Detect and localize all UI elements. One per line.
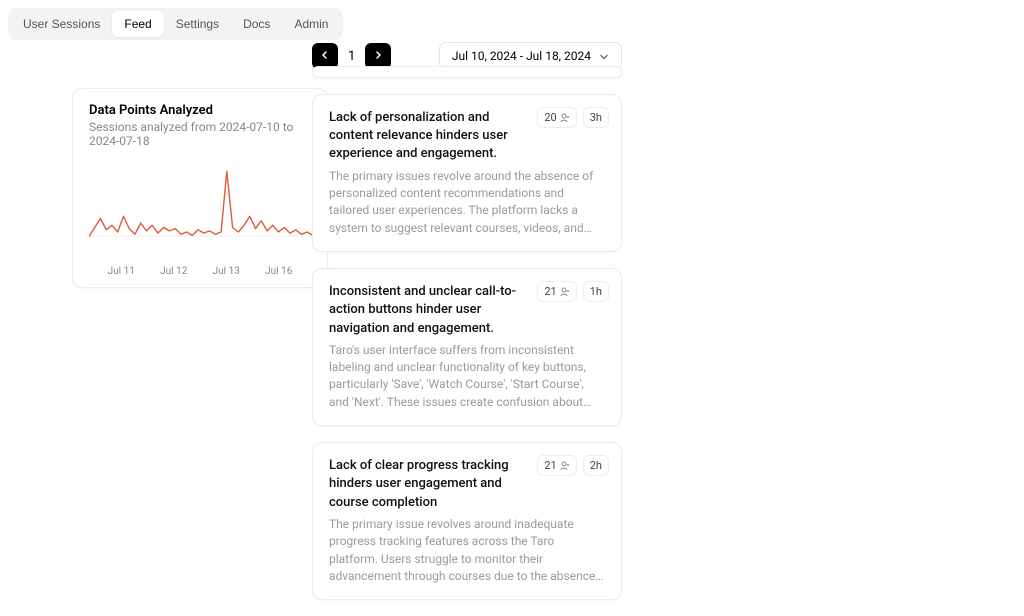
pager-page-number: 1	[344, 49, 359, 64]
tab-settings[interactable]: Settings	[164, 11, 231, 37]
arrow-right-icon	[373, 49, 383, 63]
user-icon	[560, 461, 570, 471]
tab-user-sessions[interactable]: User Sessions	[11, 11, 112, 37]
tab-bar: User Sessions Feed Settings Docs Admin	[8, 8, 343, 40]
feed-item-body: Taro's user interface suffers from incon…	[329, 342, 605, 412]
users-badge: 20	[537, 107, 576, 128]
feed-item[interactable]: 21 2h Lack of clear progress tracking hi…	[312, 442, 622, 600]
users-badge: 21	[537, 281, 576, 302]
x-tick: Jul 16	[265, 266, 292, 277]
feed-item[interactable]: 21 1h Inconsistent and unclear call-to-a…	[312, 268, 622, 426]
chart-card: Data Points Analyzed Sessions analyzed f…	[72, 88, 328, 288]
feed-item-body: The primary issue revolves around inadeq…	[329, 516, 605, 586]
chart-x-axis: Jul 11 Jul 12 Jul 13 Jul 16	[89, 266, 311, 277]
x-tick: Jul 12	[160, 266, 187, 277]
sessions-line-chart	[89, 156, 313, 256]
feed-item-body: The primary issues revolve around the ab…	[329, 168, 605, 238]
chevron-down-icon	[599, 51, 609, 61]
user-icon	[560, 287, 570, 297]
date-range-label: Jul 10, 2024 - Jul 18, 2024	[452, 49, 591, 63]
users-count: 21	[544, 459, 556, 472]
time-badge: 2h	[583, 455, 609, 476]
users-count: 21	[544, 285, 556, 298]
chart-subtitle: Sessions analyzed from 2024-07-10 to 202…	[89, 120, 311, 148]
users-count: 20	[544, 111, 556, 124]
feed-item[interactable]: 20 3h Lack of personalization and conten…	[312, 94, 622, 252]
tab-docs[interactable]: Docs	[231, 11, 282, 37]
tab-admin[interactable]: Admin	[282, 11, 340, 37]
feed-item[interactable]	[312, 66, 622, 78]
chart-title: Data Points Analyzed	[89, 103, 311, 118]
time-badge: 3h	[583, 107, 609, 128]
users-badge: 21	[537, 455, 576, 476]
time-badge: 1h	[583, 281, 609, 302]
user-icon	[560, 113, 570, 123]
tab-feed[interactable]: Feed	[112, 11, 163, 37]
arrow-left-icon	[320, 49, 330, 63]
x-tick: Jul 13	[213, 266, 240, 277]
chart-area	[89, 156, 311, 266]
x-tick: Jul 11	[108, 266, 135, 277]
